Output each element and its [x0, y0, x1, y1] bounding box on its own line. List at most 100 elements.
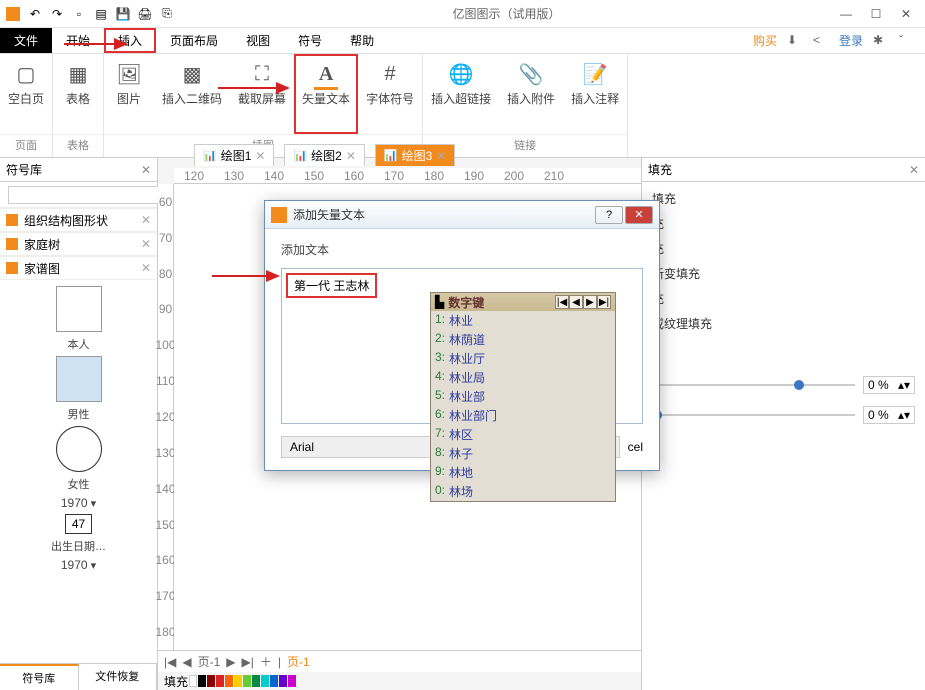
- export-icon[interactable]: ⎘: [158, 5, 176, 23]
- swatch[interactable]: [216, 675, 224, 687]
- ime-first-icon[interactable]: |◀: [555, 295, 569, 309]
- fill-option[interactable]: 新变填充: [642, 261, 925, 286]
- login-link[interactable]: 登录: [839, 32, 863, 49]
- swatch[interactable]: [225, 675, 233, 687]
- fill-option[interactable]: 或纹理填充: [642, 311, 925, 336]
- ime-candidate[interactable]: 7:林区: [431, 425, 615, 444]
- cancel-button[interactable]: cel: [628, 440, 643, 454]
- ime-candidate[interactable]: 4:林业局: [431, 368, 615, 387]
- ime-candidate[interactable]: 3:林业厅: [431, 349, 615, 368]
- open-icon[interactable]: ▤: [92, 5, 110, 23]
- ime-candidate[interactable]: 6:林业部门: [431, 406, 615, 425]
- nav-prev-icon[interactable]: ◀: [182, 655, 191, 669]
- ime-candidate[interactable]: 1:林业: [431, 311, 615, 330]
- ime-last-icon[interactable]: ▶|: [597, 295, 611, 309]
- shape-self[interactable]: [56, 286, 102, 332]
- hyperlink-button[interactable]: 🌐插入超链接: [423, 54, 499, 134]
- tab-close-icon[interactable]: ✕: [255, 149, 265, 163]
- dialog-close-button[interactable]: ✕: [625, 206, 653, 224]
- attach-button[interactable]: 📎插入附件: [499, 54, 563, 134]
- annot-button[interactable]: 📝插入注释: [563, 54, 627, 134]
- age-box[interactable]: 47: [65, 514, 92, 534]
- settings-icon[interactable]: ✱: [873, 33, 889, 49]
- category-orgchart[interactable]: 组织结构图形状✕: [0, 208, 157, 232]
- swatch[interactable]: [270, 675, 278, 687]
- menu-view[interactable]: 视图: [232, 28, 284, 53]
- menu-help[interactable]: 帮助: [336, 28, 388, 53]
- swatch[interactable]: [198, 675, 206, 687]
- fill-option[interactable]: 填充: [642, 186, 925, 211]
- search-input[interactable]: [8, 186, 173, 204]
- menu-layout[interactable]: 页面布局: [156, 28, 232, 53]
- collapse-ribbon-icon[interactable]: ˇ: [899, 33, 915, 49]
- tab-file-recovery[interactable]: 文件恢复: [79, 664, 158, 690]
- maximize-button[interactable]: ☐: [867, 5, 885, 23]
- cat-close-icon[interactable]: ✕: [141, 237, 151, 251]
- hash-icon: #: [376, 60, 404, 88]
- tab-close-icon[interactable]: ✕: [346, 149, 356, 163]
- panel-close-icon[interactable]: ✕: [909, 163, 919, 177]
- ime-prev-icon[interactable]: ◀: [569, 295, 583, 309]
- doc-tab-2[interactable]: 📊 绘图2 ✕: [284, 144, 364, 166]
- panel-close-icon[interactable]: ✕: [141, 163, 151, 177]
- swatch[interactable]: [234, 675, 242, 687]
- transparency-slider[interactable]: [652, 414, 855, 416]
- fill-option[interactable]: 充: [642, 211, 925, 236]
- transparency-value[interactable]: 0 %▴▾: [863, 406, 915, 424]
- menu-file[interactable]: 文件: [0, 28, 52, 53]
- nav-last-icon[interactable]: ▶|: [242, 655, 254, 669]
- undo-icon[interactable]: ↶: [26, 5, 44, 23]
- buy-link[interactable]: 购买: [753, 32, 777, 49]
- opacity-value[interactable]: 0 %▴▾: [863, 376, 915, 394]
- blank-page-button[interactable]: ▢空白页: [0, 54, 52, 134]
- redo-icon[interactable]: ↷: [48, 5, 66, 23]
- swatch[interactable]: [243, 675, 251, 687]
- ime-candidate[interactable]: 5:林业部: [431, 387, 615, 406]
- table-button[interactable]: ▦表格: [53, 54, 103, 134]
- fill-option[interactable]: 充: [642, 236, 925, 261]
- swatch[interactable]: [279, 675, 287, 687]
- image-button[interactable]: 🖼图片: [104, 54, 154, 134]
- cat-close-icon[interactable]: ✕: [141, 213, 151, 227]
- share-icon[interactable]: <: [813, 33, 829, 49]
- shape-male[interactable]: [56, 356, 102, 402]
- swatch-none[interactable]: [189, 675, 197, 687]
- swatch[interactable]: [261, 675, 269, 687]
- tab-symbol-library[interactable]: 符号库: [0, 664, 79, 690]
- menu-symbol[interactable]: 符号: [284, 28, 336, 53]
- doc-tab-1[interactable]: 📊 绘图1 ✕: [194, 144, 274, 166]
- swatch[interactable]: [252, 675, 260, 687]
- opacity-slider[interactable]: [652, 384, 855, 386]
- swatch-label: 填充: [164, 673, 188, 690]
- ime-candidate[interactable]: 9:林地: [431, 463, 615, 482]
- download-icon[interactable]: ⬇: [787, 33, 803, 49]
- category-genealogy[interactable]: 家谱图✕: [0, 256, 157, 280]
- print-icon[interactable]: 🖨: [136, 5, 154, 23]
- tab-close-icon[interactable]: ✕: [436, 149, 446, 163]
- cat-close-icon[interactable]: ✕: [141, 261, 151, 275]
- minimize-button[interactable]: —: [837, 5, 855, 23]
- nav-first-icon[interactable]: |◀: [164, 655, 176, 669]
- panel-title: 符号库: [6, 161, 42, 178]
- shape-female[interactable]: [56, 426, 102, 472]
- fill-option[interactable]: 充: [642, 286, 925, 311]
- font-symbol-button[interactable]: #字体符号: [358, 54, 422, 134]
- close-button[interactable]: ✕: [897, 5, 915, 23]
- ime-next-icon[interactable]: ▶: [583, 295, 597, 309]
- swatch[interactable]: [207, 675, 215, 687]
- ime-candidate[interactable]: 0:林场: [431, 482, 615, 501]
- nav-next-icon[interactable]: ▶: [226, 655, 235, 669]
- dialog-help-button[interactable]: ?: [595, 206, 623, 224]
- doc-tab-3[interactable]: 📊 绘图3 ✕: [375, 144, 455, 166]
- vector-text-button[interactable]: A矢量文本: [294, 54, 358, 134]
- dialog-label: 添加文本: [281, 241, 643, 258]
- category-familytree[interactable]: 家庭树✕: [0, 232, 157, 256]
- new-icon[interactable]: ▫: [70, 5, 88, 23]
- save-icon[interactable]: 💾: [114, 5, 132, 23]
- annotation-arrow-icon: [218, 72, 292, 104]
- ime-candidate[interactable]: 8:林子: [431, 444, 615, 463]
- swatch[interactable]: [288, 675, 296, 687]
- page-tab[interactable]: 页-1: [198, 653, 221, 670]
- ime-candidate[interactable]: 2:林荫道: [431, 330, 615, 349]
- add-page-icon[interactable]: ＋: [260, 653, 272, 670]
